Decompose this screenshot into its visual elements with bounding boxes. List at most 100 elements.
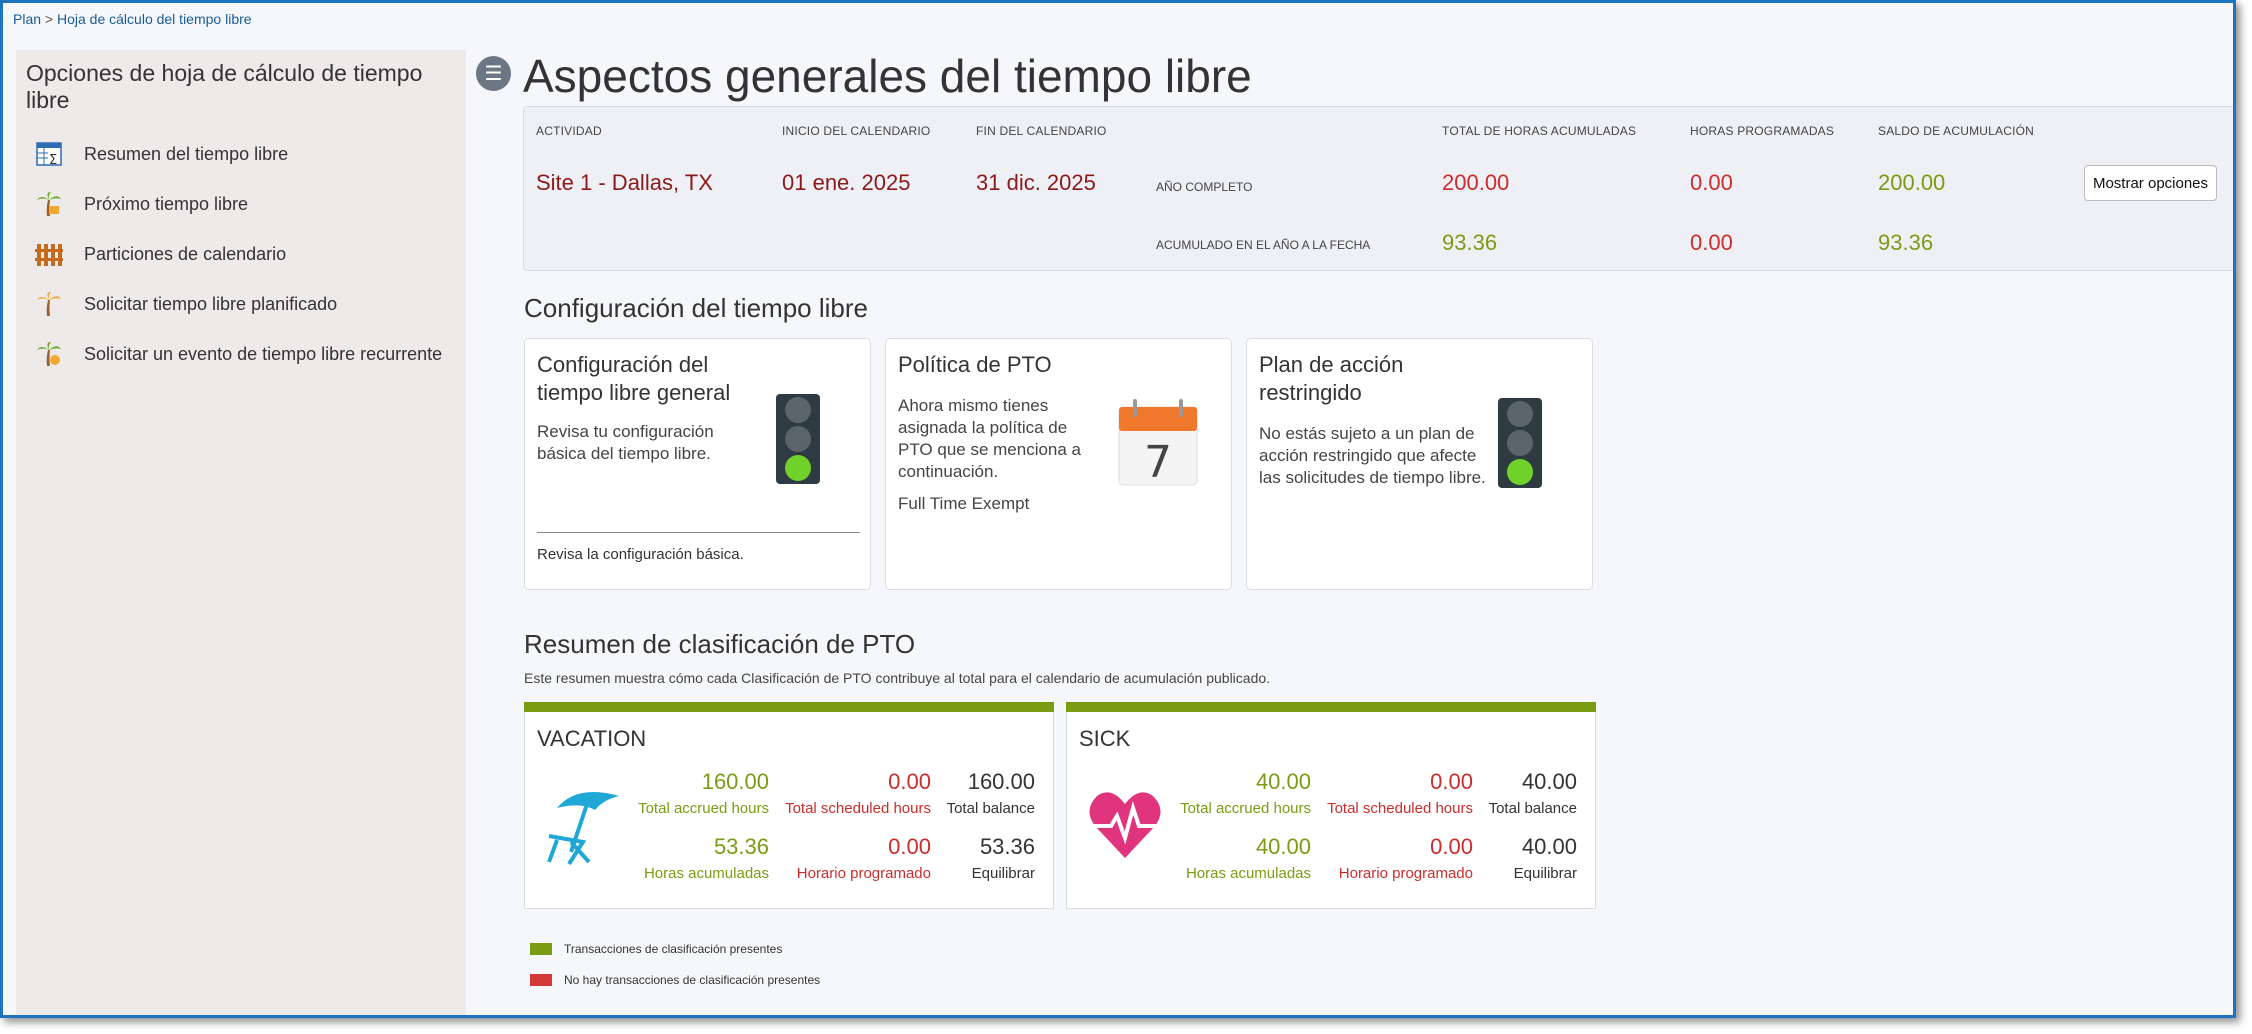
total-scheduled-value: 0.00	[888, 769, 931, 794]
card-text: Ahora mismo tienes asignada la política …	[898, 396, 1082, 481]
beach-umbrella-icon	[543, 786, 623, 871]
sidebar-item-label: Próximo tiempo libre	[84, 193, 249, 214]
card-divider	[537, 532, 860, 533]
ytd-balance: 93.36	[1878, 230, 1934, 255]
sidebar-title: Opciones de hoja de cálculo de tiempo li…	[26, 60, 423, 113]
sidebar-item-request-planned[interactable]: Solicitar tiempo libre planificado	[16, 279, 466, 329]
total-scheduled-value: 0.00	[1430, 769, 1473, 794]
legend-item-absent: No hay transacciones de clasificación pr…	[530, 973, 820, 987]
header-activity: ACTIVIDAD	[536, 124, 602, 138]
breadcrumb: Plan > Hoja de cálculo del tiempo libre	[13, 11, 252, 27]
card-pto-policy[interactable]: Política de PTO Ahora mismo tienes asign…	[885, 338, 1232, 590]
total-scheduled-label: Total scheduled hours	[1327, 800, 1473, 817]
total-balance-label: Total balance	[1488, 800, 1577, 817]
header-calendar-end: FIN DEL CALENDARIO	[976, 124, 1107, 138]
spreadsheet-sum-icon: Σ	[34, 139, 64, 169]
legend-label: Transacciones de clasificación presentes	[564, 942, 783, 956]
ytd-total-accrued: 93.36	[1442, 230, 1498, 255]
balance-label: Equilibrar	[971, 865, 1035, 882]
header-balance: SALDO DE ACUMULACIÓN	[1878, 124, 2035, 138]
sidebar-item-label: Solicitar un evento de tiempo libre recu…	[84, 343, 443, 364]
sidebar-item-calendar-partitions[interactable]: Particiones de calendario	[16, 229, 466, 279]
card-title: Política de PTO	[898, 352, 1052, 377]
legend-item-present: Transacciones de clasificación presentes	[530, 942, 782, 956]
card-text: No estás sujeto a un plan de acción rest…	[1259, 424, 1486, 487]
total-accrued-label: Total accrued hours	[638, 800, 769, 817]
row-label-ytd: ACUMULADO EN EL AÑO A LA FECHA	[1156, 238, 1371, 252]
balance-value: 53.36	[979, 834, 1035, 859]
svg-text:Σ: Σ	[49, 153, 57, 167]
header-total-accrued: TOTAL DE HORAS ACUMULADAS	[1442, 124, 1637, 138]
heart-pulse-icon	[1087, 786, 1163, 867]
page-title: Aspectos generales del tiempo libre	[523, 50, 1252, 102]
card-general-config[interactable]: Configuración del tiempo libre general R…	[524, 338, 871, 590]
sidebar-item-label: Solicitar tiempo libre planificado	[84, 293, 338, 314]
card-title: Plan de acción restringido	[1259, 352, 1404, 405]
status-bar	[524, 702, 1054, 712]
balance-label: Equilibrar	[1513, 865, 1577, 882]
fence-icon	[34, 239, 64, 269]
calendar-icon: 7	[1117, 397, 1199, 492]
total-accrued-label: Total accrued hours	[1180, 800, 1311, 817]
sidebar-item-label: Particiones de calendario	[84, 243, 287, 264]
traffic-light-icon	[775, 393, 821, 490]
scheduled-label: Horario programado	[1338, 865, 1473, 882]
balance-value: 40.00	[1521, 834, 1577, 859]
full-year-balance: 200.00	[1878, 170, 1946, 195]
show-options-button[interactable]: Mostrar opciones	[2084, 165, 2217, 201]
ytd-scheduled: 0.00	[1690, 230, 1733, 255]
total-balance-value: 40.00	[1521, 769, 1577, 794]
palm-tree-icon	[34, 289, 64, 319]
activity-value: Site 1 - Dallas, TX	[536, 170, 713, 195]
breadcrumb-current-link[interactable]: Hoja de cálculo del tiempo libre	[57, 11, 252, 27]
total-balance-label: Total balance	[946, 800, 1035, 817]
pto-card-sick: SICK 40.00 Total accrued hours 0.00 Tota…	[1066, 702, 1596, 909]
palm-tree-icon	[34, 189, 64, 219]
scheduled-value: 0.00	[888, 834, 931, 859]
accrued-value: 53.36	[713, 834, 769, 859]
pto-card-vacation: VACATION 160.00 Total accrued hours 0.00…	[524, 702, 1054, 909]
full-year-scheduled: 0.00	[1690, 170, 1733, 195]
pto-summary-title: Resumen de clasificación de PTO	[524, 629, 916, 659]
calendar-end-value: 31 dic. 2025	[976, 170, 1096, 195]
legend-label: No hay transacciones de clasificación pr…	[564, 973, 821, 987]
app-window: Plan > Hoja de cálculo del tiempo libre …	[0, 0, 2236, 1018]
sidebar-item-request-recurring[interactable]: Solicitar un evento de tiempo libre recu…	[16, 329, 466, 379]
policy-name: Full Time Exempt	[898, 494, 1030, 513]
legend-swatch-red	[530, 974, 552, 986]
calendar-start-value: 01 ene. 2025	[782, 170, 911, 195]
accrued-label: Horas acumuladas	[1185, 865, 1311, 882]
card-text: Revisa tu configuración básica del tiemp…	[537, 422, 714, 463]
pto-classification-name: SICK	[1079, 726, 1131, 751]
sidebar-item-summary[interactable]: Σ Resumen del tiempo libre	[16, 129, 466, 179]
total-balance-value: 160.00	[967, 769, 1035, 794]
accrued-value: 40.00	[1255, 834, 1311, 859]
hamburger-menu-button[interactable]: ☰	[476, 56, 511, 91]
row-label-full-year: AÑO COMPLETO	[1156, 180, 1253, 194]
breadcrumb-plan-link[interactable]: Plan	[13, 11, 41, 27]
accrual-summary-panel: ACTIVIDAD INICIO DEL CALENDARIO FIN DEL …	[523, 106, 2233, 271]
card-footer-link[interactable]: Revisa la configuración básica.	[537, 546, 744, 563]
sidebar: Opciones de hoja de cálculo de tiempo li…	[16, 50, 466, 1015]
hamburger-icon: ☰	[484, 63, 503, 85]
total-accrued-value: 160.00	[701, 769, 769, 794]
palm-tree-icon	[34, 339, 64, 369]
scheduled-value: 0.00	[1430, 834, 1473, 859]
scheduled-label: Horario programado	[796, 865, 931, 882]
header-scheduled: HORAS PROGRAMADAS	[1690, 124, 1835, 138]
status-bar	[1066, 702, 1596, 712]
full-year-total-accrued: 200.00	[1442, 170, 1510, 195]
card-restricted-plan[interactable]: Plan de acción restringido No estás suje…	[1246, 338, 1593, 590]
pto-classification-name: VACATION	[537, 726, 647, 751]
total-scheduled-label: Total scheduled hours	[785, 800, 931, 817]
breadcrumb-separator: >	[44, 11, 54, 27]
config-section-title: Configuración del tiempo libre	[524, 293, 868, 323]
sidebar-item-upcoming[interactable]: Próximo tiempo libre	[16, 179, 466, 229]
header-calendar-start: INICIO DEL CALENDARIO	[782, 124, 931, 138]
accrued-label: Horas acumuladas	[643, 865, 769, 882]
total-accrued-value: 40.00	[1255, 769, 1311, 794]
traffic-light-icon	[1497, 397, 1543, 494]
svg-text:7: 7	[1144, 437, 1172, 487]
sidebar-item-label: Resumen del tiempo libre	[84, 143, 289, 164]
pto-summary-subtitle: Este resumen muestra cómo cada Clasifica…	[524, 670, 1271, 686]
